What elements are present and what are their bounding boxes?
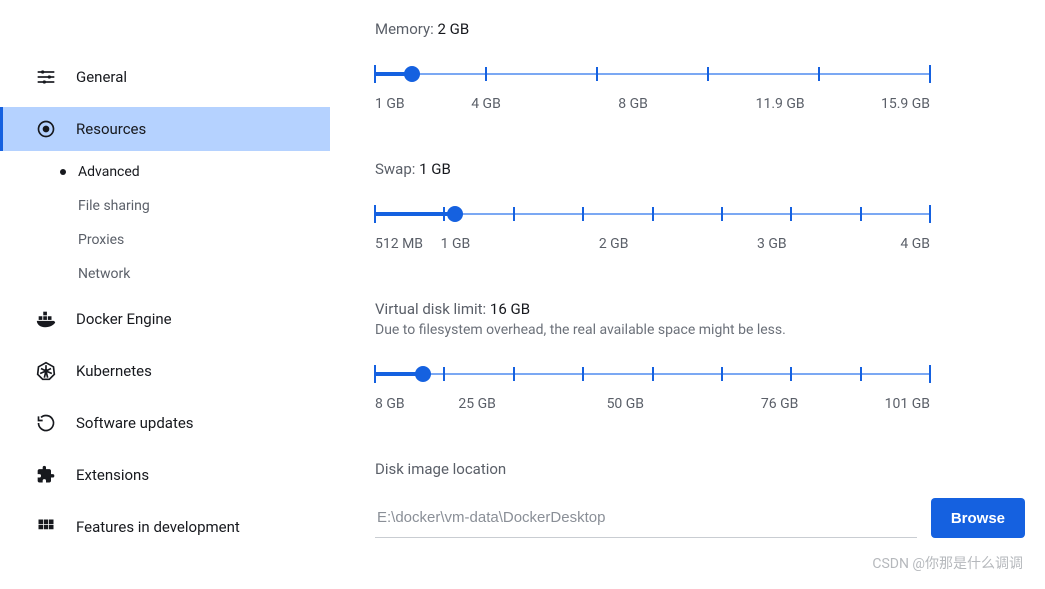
slider-thumb[interactable] [447, 206, 463, 222]
slider-tick [929, 65, 931, 83]
puzzle-icon [34, 463, 58, 487]
sidebar-item-resources[interactable]: Resources [0, 107, 330, 151]
slider-tick [582, 367, 584, 381]
memory-title: Memory: 2 GB [375, 20, 1025, 38]
slider-tick [652, 207, 654, 221]
memory-scale: 1 GB 4 GB 8 GB 11.9 GB 15.9 GB [375, 96, 930, 114]
update-icon [34, 411, 58, 435]
slider-tick [790, 207, 792, 221]
swap-slider[interactable] [375, 202, 930, 226]
disk-location-title: Disk image location [375, 460, 1025, 478]
docker-engine-icon [34, 307, 58, 331]
slider-tick [443, 367, 445, 381]
slider-tick [596, 67, 598, 81]
scale-label: 101 GB [885, 396, 930, 412]
slider-tick [652, 367, 654, 381]
slider-tick [443, 207, 445, 221]
settings-main: Memory: 2 GB 1 GB4 GB8 GB11.9 GB15.9 GB … [330, 0, 1045, 589]
scale-label: 4 GB [900, 236, 930, 252]
slider-tick [374, 205, 376, 223]
slider-tick [513, 207, 515, 221]
sidebar-item-label: Software updates [76, 414, 194, 432]
sidebar-subitem-network[interactable]: Network [78, 257, 330, 291]
scale-label: 1 GB [375, 96, 405, 112]
sidebar-item-label: Kubernetes [76, 362, 152, 380]
sidebar-subitem-advanced[interactable]: Advanced [78, 155, 330, 189]
scale-label: 3 GB [757, 236, 787, 252]
sidebar-item-general[interactable]: General [0, 55, 330, 99]
scale-label: 50 GB [607, 396, 644, 412]
swap-section: Swap: 1 GB 512 MB 1 GB 2 GB 3 GB 4 GB [375, 160, 1025, 254]
scale-label: 25 GB [458, 396, 495, 412]
slider-tick [790, 367, 792, 381]
scale-label: 11.9 GB [756, 96, 805, 112]
scale-label: 4 GB [471, 96, 501, 112]
slider-tick [721, 367, 723, 381]
scale-label: 512 MB [375, 236, 423, 252]
sidebar-subitem-file-sharing[interactable]: File sharing [78, 189, 330, 223]
scale-label: 15.9 GB [881, 96, 930, 112]
scale-label: 76 GB [761, 396, 798, 412]
slider-tick [374, 65, 376, 83]
slider-tick [929, 365, 931, 383]
sidebar-item-label: Docker Engine [76, 310, 172, 328]
grid-icon [34, 515, 58, 539]
vdisk-scale: 8 GB 25 GB 50 GB 76 GB 101 GB [375, 396, 930, 414]
sidebar-subitem-proxies[interactable]: Proxies [78, 223, 330, 257]
scale-label: 8 GB [618, 96, 648, 112]
sidebar-item-label: Extensions [76, 466, 149, 484]
resources-submenu: Advanced File sharing Proxies Network [0, 155, 330, 291]
sidebar-item-extensions[interactable]: Extensions [0, 453, 330, 497]
slider-thumb[interactable] [404, 66, 420, 82]
slider-tick [929, 205, 931, 223]
slider-tick [707, 67, 709, 81]
vdisk-title: Virtual disk limit: 16 GB [375, 300, 1025, 318]
memory-section: Memory: 2 GB 1 GB 4 GB 8 GB 11.9 GB 15.9 GB [375, 20, 1025, 114]
slider-tick [860, 367, 862, 381]
scale-label: 1 GB [441, 236, 471, 252]
slider-tick [582, 207, 584, 221]
slider-thumb[interactable] [415, 366, 431, 382]
swap-title: Swap: 1 GB [375, 160, 1025, 178]
slider-tick [818, 67, 820, 81]
scale-label: 2 GB [599, 236, 629, 252]
vdisk-slider[interactable] [375, 362, 930, 386]
scale-label: 8 GB [375, 396, 405, 412]
slider-tick [721, 207, 723, 221]
memory-slider[interactable] [375, 62, 930, 86]
browse-button[interactable]: Browse [931, 498, 1025, 538]
swap-scale: 512 MB 1 GB 2 GB 3 GB 4 GB [375, 236, 930, 254]
sidebar-item-label: Features in development [76, 518, 240, 536]
disk-location-path[interactable] [375, 498, 917, 538]
slider-tick [860, 207, 862, 221]
resources-icon [34, 117, 58, 141]
sidebar-item-kubernetes[interactable]: Kubernetes [0, 349, 330, 393]
kubernetes-icon [34, 359, 58, 383]
slider-tick [513, 367, 515, 381]
sidebar-item-docker-engine[interactable]: Docker Engine [0, 297, 330, 341]
vdisk-note: Due to filesystem overhead, the real ava… [375, 322, 1025, 338]
sidebar-item-software-updates[interactable]: Software updates [0, 401, 330, 445]
sidebar-item-label: General [76, 68, 127, 86]
slider-tick [485, 67, 487, 81]
settings-sidebar: General Resources Advanced File sharing … [0, 0, 330, 589]
vdisk-section: Virtual disk limit: 16 GB Due to filesys… [375, 300, 1025, 414]
sliders-icon [34, 65, 58, 89]
sidebar-item-features-dev[interactable]: Features in development [0, 505, 330, 549]
disk-location-section: Disk image location Browse [375, 460, 1025, 538]
slider-tick [374, 365, 376, 383]
sidebar-item-label: Resources [76, 120, 146, 138]
